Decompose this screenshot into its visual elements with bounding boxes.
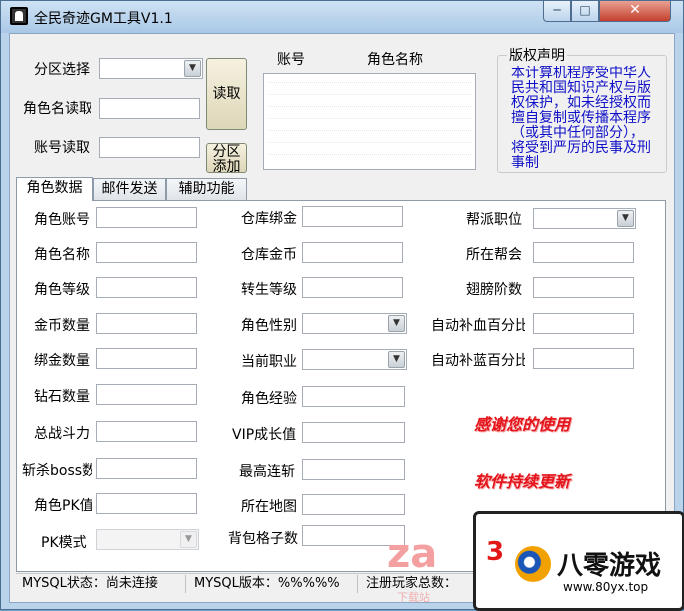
role-name-field[interactable]: [96, 242, 197, 263]
site-url: www.80yx.top: [563, 580, 649, 594]
bound-gold-input[interactable]: [96, 348, 197, 369]
field-label: 斩杀boss数: [22, 463, 92, 479]
app-icon: [10, 7, 28, 25]
field-label: 角色名称: [34, 247, 90, 263]
site-logo-icon: [515, 546, 551, 582]
field-label: 当前职业: [241, 354, 297, 370]
field-label: 角色账号: [34, 212, 90, 228]
field-label: 自动补血百分比: [431, 318, 525, 334]
auto-hp-input[interactable]: [533, 313, 634, 334]
account-list[interactable]: [263, 73, 476, 170]
server-select-label: 分区选择: [34, 62, 90, 78]
boss-kills-input[interactable]: [96, 458, 197, 479]
gender-select[interactable]: ▼: [302, 313, 407, 334]
chevron-down-icon[interactable]: ▼: [388, 351, 405, 368]
pk-mode-select: ▼: [96, 529, 199, 550]
field-label: 总战斗力: [34, 426, 90, 442]
field-label: 仓库绑金: [241, 211, 297, 227]
chevron-down-icon: ▼: [180, 531, 197, 548]
maximize-button[interactable]: □: [571, 1, 599, 22]
list-header-account: 账号: [277, 52, 305, 68]
update-slogan: 软件持续更新: [474, 472, 571, 491]
profession-select[interactable]: ▼: [302, 349, 407, 370]
wing-level-input[interactable]: [533, 277, 634, 298]
experience-input[interactable]: [302, 386, 405, 407]
add-server-button[interactable]: 分区添加: [206, 143, 247, 173]
vip-growth-input[interactable]: [302, 422, 405, 443]
field-label: 金币数量: [34, 318, 90, 334]
window-title: 全民奇迹GM工具V1.1: [34, 11, 173, 27]
diamond-input[interactable]: [96, 384, 197, 405]
field-label: 角色性别: [241, 318, 297, 334]
field-label: 绑金数量: [34, 353, 90, 369]
field-label: VIP成长值: [232, 427, 297, 443]
field-label: 角色等级: [34, 282, 90, 298]
role-read-label: 角色名读取: [23, 101, 91, 117]
guild-position-select[interactable]: ▼: [533, 208, 636, 229]
field-label: 角色经验: [241, 391, 297, 407]
za-watermark: za: [387, 531, 438, 577]
tab-role-data[interactable]: 角色数据: [16, 177, 93, 201]
mysql-status: MYSQL状态：尚未连接: [16, 575, 186, 593]
chevron-down-icon[interactable]: ▼: [184, 60, 201, 77]
read-button[interactable]: 读取: [206, 58, 247, 130]
za-watermark-sub: 下载站: [397, 591, 430, 604]
guild-input[interactable]: [533, 242, 634, 263]
warehouse-bound-gold-input[interactable]: [302, 206, 403, 227]
app-window: 全民奇迹GM工具V1.1 ─ □ ✕ 分区选择 ▼ 角色名读取 账号读取 读取 …: [0, 0, 684, 611]
role-account-input[interactable]: [96, 207, 197, 228]
auto-mp-input[interactable]: [533, 348, 634, 369]
max-combo-input[interactable]: [302, 459, 405, 480]
chevron-down-icon[interactable]: ▼: [617, 210, 634, 227]
list-header-role: 角色名称: [367, 52, 423, 68]
role-level-input[interactable]: [96, 277, 197, 298]
account-read-label: 账号读取: [34, 140, 90, 156]
power-input[interactable]: [96, 421, 197, 442]
map-input[interactable]: [302, 494, 405, 515]
field-label: 钻石数量: [34, 389, 90, 405]
rebirth-level-input[interactable]: [302, 277, 403, 298]
server-select[interactable]: ▼: [99, 58, 203, 79]
gold-input[interactable]: [96, 313, 197, 334]
close-button[interactable]: ✕: [599, 1, 671, 22]
field-label: 最高连斩: [239, 464, 295, 480]
title-bar[interactable]: 全民奇迹GM工具V1.1 ─ □ ✕: [1, 1, 683, 33]
field-label: 所在帮会: [466, 247, 522, 263]
copyright-title: 版权声明: [507, 45, 567, 65]
thanks-slogan: 感谢您的使用: [474, 415, 571, 434]
chevron-down-icon[interactable]: ▼: [388, 315, 405, 332]
tab-assist[interactable]: 辅助功能: [166, 178, 247, 200]
field-label: 仓库金币: [241, 247, 297, 263]
account-input[interactable]: [99, 137, 200, 158]
minimize-button[interactable]: ─: [543, 1, 571, 22]
field-label: PK模式: [41, 535, 87, 551]
site-name: 八零游戏: [557, 551, 662, 581]
role-name-input[interactable]: [99, 98, 200, 119]
field-label: 帮派职位: [466, 212, 522, 228]
field-label: 转生等级: [241, 282, 297, 298]
watermark-mark: 3: [486, 537, 505, 567]
tab-mail[interactable]: 邮件发送: [93, 178, 166, 200]
field-label: 角色PK值: [34, 498, 92, 514]
field-label: 自动补蓝百分比: [431, 353, 525, 369]
warehouse-gold-input[interactable]: [302, 242, 403, 263]
field-label: 翅膀阶数: [466, 282, 522, 298]
copyright-text: 本计算机程序受中华人民共和国知识产权与版权保护，如未经授权而擅自复制或传播本程序…: [511, 66, 651, 168]
mysql-version: MYSQL版本：%%%%%: [188, 575, 358, 593]
field-label: 背包格子数: [228, 531, 298, 547]
pk-value-input[interactable]: [96, 493, 197, 514]
field-label: 所在地图: [241, 499, 297, 515]
